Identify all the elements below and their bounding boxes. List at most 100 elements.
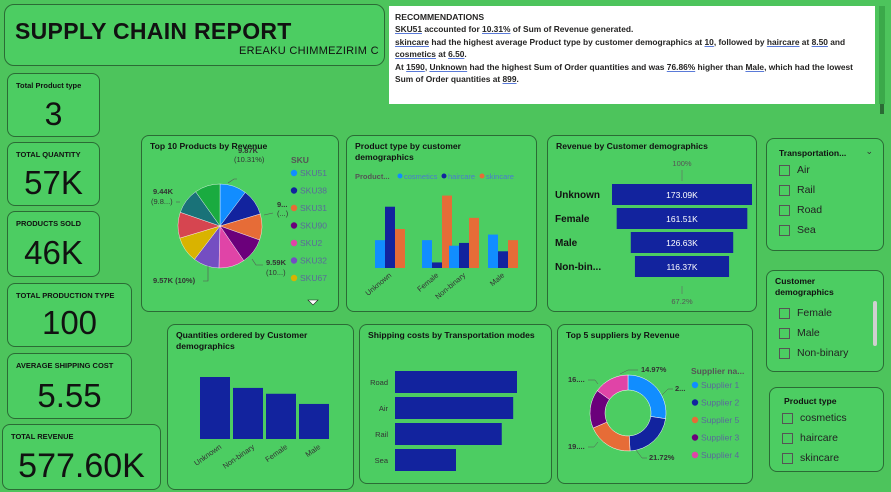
bar[interactable]	[488, 234, 498, 268]
axis-label: Female	[263, 442, 289, 464]
slicer-scrollbar[interactable]	[873, 301, 877, 346]
checkbox[interactable]	[782, 412, 793, 424]
legend-item[interactable]: SKU90	[300, 221, 327, 231]
recommendations-scrollbar[interactable]	[879, 6, 885, 114]
axis-label: Rail	[375, 430, 388, 439]
checkbox[interactable]	[779, 307, 790, 319]
bar[interactable]	[498, 251, 508, 268]
legend-item[interactable]: SKU31	[300, 203, 327, 213]
legend-item[interactable]: Supplier 1	[701, 380, 740, 390]
slicer-item-rail[interactable]: Rail	[779, 184, 815, 196]
slicer-item-skincare[interactable]: skincare	[782, 452, 839, 464]
bar[interactable]	[266, 393, 296, 439]
checkbox[interactable]	[782, 432, 793, 444]
legend-item[interactable]: haircare	[448, 172, 475, 181]
bar[interactable]	[395, 229, 405, 268]
axis-label: Non-binary	[433, 270, 467, 301]
pie-label: 9.57K (10%)	[153, 276, 196, 285]
top10-pie-chart[interactable]: 9.87K (10.31%) 9.44K (9.8...) 9... (...)…	[142, 136, 338, 311]
bar[interactable]	[395, 397, 514, 419]
slicer-item-road[interactable]: Road	[779, 204, 822, 216]
legend-marker	[290, 187, 298, 194]
donut-slice[interactable]	[627, 374, 667, 419]
axis-label: Air	[379, 404, 389, 413]
product-type-slicer[interactable]: Product type cosmetics haircare skincare	[769, 387, 884, 472]
bar[interactable]	[469, 217, 479, 268]
suppliers-donut-chart[interactable]: 14.97% 2... 16.... 19.... 21.72% Supplie…	[558, 325, 752, 483]
shipping-bar-chart[interactable]: Road Air Rail Sea	[360, 325, 552, 483]
quantities-bar-chart[interactable]: UnknownNon-binary Female Male	[168, 325, 354, 489]
slicer-item-male[interactable]: Male	[779, 327, 820, 339]
bar[interactable]	[508, 240, 518, 268]
product-type-card[interactable]: Product type by customer demographics Pr…	[346, 135, 537, 312]
donut-label: 14.97%	[641, 365, 667, 374]
legend-marker	[691, 434, 699, 441]
revenue-funnel-chart[interactable]: 100% 67.2% 173.09K Unknown 161.51K Female 12…	[548, 136, 756, 311]
slicer-item-sea[interactable]: Sea	[779, 224, 816, 236]
legend-item[interactable]: SKU67	[300, 273, 327, 283]
bar[interactable]	[395, 423, 502, 445]
slicer-item-non-binary[interactable]: Non-binary	[779, 347, 848, 359]
checkbox[interactable]	[779, 184, 790, 196]
transport-slicer[interactable]: Transportation... ⌄ Air Rail Road Sea	[766, 138, 884, 251]
kpi-total-quantity[interactable]: TOTAL QUANTITY 57K	[7, 142, 100, 206]
chevron-down-icon[interactable]: ⌄	[865, 146, 873, 157]
shipping-costs-card[interactable]: Shipping costs by Transportation modes R…	[359, 324, 552, 484]
bar[interactable]	[385, 206, 395, 268]
legend-marker	[691, 416, 699, 424]
bar[interactable]	[449, 245, 459, 268]
kpi-total-product-type[interactable]: Total Product type 3	[7, 73, 100, 137]
product-type-bar-chart[interactable]: Product... cosmetics haircare skincare Unk…	[347, 136, 537, 311]
slicer-item-female[interactable]: Female	[779, 307, 832, 319]
axis-label: Non-binary	[221, 442, 256, 471]
bar[interactable]	[299, 403, 329, 439]
checkbox[interactable]	[779, 347, 790, 359]
donut-slice[interactable]	[629, 416, 666, 452]
quantities-card[interactable]: Quantities ordered by Customer demograph…	[167, 324, 354, 490]
report-title-card: SUPPLY CHAIN REPORT EREAKU CHIMMEZIRIM C	[4, 4, 385, 66]
top5-suppliers-card[interactable]: Top 5 suppliers by Revenue 14.97% 2... 1…	[557, 324, 753, 484]
legend-item[interactable]: SKU2	[300, 238, 322, 248]
kpi-products-sold[interactable]: PRODUCTS SOLD 46K	[7, 211, 100, 277]
bar[interactable]	[200, 377, 230, 439]
legend-item[interactable]: Supplier 2	[701, 398, 740, 408]
slicer-item-haircare[interactable]: haircare	[782, 432, 838, 444]
recommendation-line-3: cosmetics at 6.50.	[395, 49, 467, 60]
funnel-label: Unknown	[555, 190, 600, 201]
legend-marker	[290, 257, 298, 264]
legend-item[interactable]: cosmetics	[404, 172, 438, 181]
revenue-demographics-card[interactable]: Revenue by Customer demographics 100% 67…	[547, 135, 757, 312]
axis-label: Male	[304, 442, 322, 459]
slicer-item-cosmetics[interactable]: cosmetics	[782, 412, 847, 424]
bar[interactable]	[459, 242, 469, 268]
demographics-slicer[interactable]: Customer demographics Female Male Non-bi…	[766, 270, 884, 372]
legend-item[interactable]: Supplier 4	[701, 450, 740, 460]
top10-products-card[interactable]: Top 10 Products by Revenue 9.87K (10.31%…	[141, 135, 339, 312]
checkbox[interactable]	[779, 327, 790, 339]
legend-item[interactable]: Supplier 3	[701, 433, 740, 443]
donut-label: 21.72%	[649, 453, 675, 462]
kpi-average-shipping-cost[interactable]: AVERAGE SHIPPING COST 5.55	[7, 353, 132, 419]
slicer-item-air[interactable]: Air	[779, 164, 810, 176]
checkbox[interactable]	[779, 224, 790, 236]
bar[interactable]	[233, 387, 263, 439]
legend-item[interactable]: Supplier 5	[701, 415, 740, 425]
donut-label: 19....	[568, 442, 585, 451]
bar[interactable]	[422, 240, 432, 268]
checkbox[interactable]	[779, 164, 790, 176]
bar[interactable]	[432, 262, 442, 268]
demographics-slicer-title: Customer demographics	[775, 276, 834, 297]
donut-slice[interactable]	[592, 421, 631, 452]
bar[interactable]	[375, 240, 385, 268]
legend-item[interactable]: SKU32	[300, 256, 327, 266]
checkbox[interactable]	[782, 452, 793, 464]
legend-item[interactable]: SKU38	[300, 186, 327, 196]
kpi-total-production-type[interactable]: TOTAL PRODUCTION TYPE 100	[7, 283, 132, 347]
recommendations-box[interactable]: RECOMMENDATIONS SKU51 accounted for 10.3…	[389, 6, 875, 104]
bar[interactable]	[395, 449, 456, 471]
legend-item[interactable]: SKU51	[300, 168, 327, 178]
kpi-total-revenue[interactable]: TOTAL REVENUE 577.60K	[2, 424, 161, 490]
bar[interactable]	[395, 371, 517, 393]
checkbox[interactable]	[779, 204, 790, 216]
legend-item[interactable]: skincare	[486, 172, 514, 181]
